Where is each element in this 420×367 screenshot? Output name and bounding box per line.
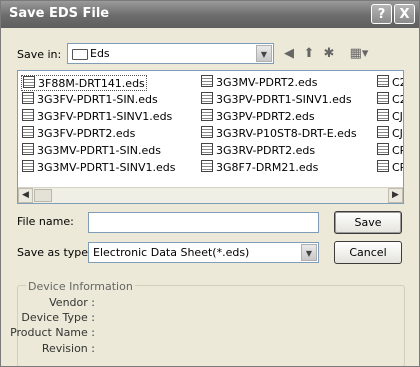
- eds-file-icon: [201, 75, 213, 87]
- list-item[interactable]: CP: [377, 160, 403, 174]
- save-as-type-label: Save as type:: [17, 246, 92, 259]
- list-item[interactable]: 3G3MV-PDRT1-SINV1.eds: [22, 160, 175, 174]
- device-type-label: Device Type :: [21, 311, 95, 324]
- new-folder-icon[interactable]: ✱: [320, 45, 338, 63]
- eds-file-icon: [201, 160, 213, 172]
- list-item[interactable]: CP: [377, 143, 403, 157]
- title-bar[interactable]: Save EDS File ? X: [1, 1, 419, 28]
- revision-label: Revision :: [41, 342, 95, 355]
- list-item[interactable]: C2: [377, 75, 403, 89]
- save-eds-dialog: Save EDS File ? X Save in: Eds ▼ ◀ ⬆ ✱ ▦…: [0, 0, 420, 367]
- save-as-type-combo[interactable]: Electronic Data Sheet(*.eds) ▼: [88, 242, 319, 263]
- product-name-label: Product Name :: [10, 326, 95, 339]
- eds-file-icon: [377, 160, 389, 172]
- scroll-right-icon[interactable]: ▶: [388, 188, 403, 203]
- scroll-thumb[interactable]: [34, 189, 52, 202]
- list-item[interactable]: 3G3PV-PDRT1-SINV1.eds: [201, 92, 352, 106]
- list-item[interactable]: 3G3MV-PDRT1-SIN.eds: [22, 143, 161, 157]
- eds-file-icon: [377, 126, 389, 138]
- list-item[interactable]: 3G3PV-PDRT2.eds: [201, 109, 315, 123]
- close-button[interactable]: X: [394, 4, 415, 24]
- save-in-combo[interactable]: Eds ▼: [67, 43, 274, 64]
- list-item[interactable]: 3G3RV-P10ST8-DRT-E.eds: [201, 126, 357, 140]
- save-in-value: Eds: [90, 47, 110, 60]
- eds-file-icon: [22, 143, 34, 155]
- eds-file-icon: [377, 92, 389, 104]
- eds-file-icon: [23, 76, 35, 88]
- eds-file-icon: [201, 126, 213, 138]
- cancel-button[interactable]: Cancel: [334, 241, 402, 264]
- list-item[interactable]: 3G3FV-PDRT2.eds: [22, 126, 135, 140]
- save-button[interactable]: Save: [334, 211, 402, 234]
- chevron-down-icon[interactable]: ▼: [301, 244, 317, 261]
- window-title: Save EDS File: [9, 6, 110, 21]
- chevron-down-icon[interactable]: ▼: [256, 45, 272, 62]
- list-item[interactable]: CJ: [377, 126, 403, 140]
- file-name-label: File name:: [17, 215, 74, 228]
- list-item[interactable]: C2: [377, 92, 403, 106]
- horizontal-scrollbar[interactable]: ◀ ▶: [18, 187, 403, 203]
- view-menu-icon[interactable]: ▦▾: [346, 45, 372, 63]
- list-item[interactable]: 3F88M-DRT141.eds: [21, 75, 147, 91]
- list-item[interactable]: 3G8F7-DRM21.eds: [201, 160, 318, 174]
- folder-icon: [72, 49, 88, 60]
- back-icon[interactable]: ◀: [280, 45, 298, 63]
- eds-file-icon: [201, 143, 213, 155]
- list-item[interactable]: 3G3FV-PDRT1-SIN.eds: [22, 92, 158, 106]
- eds-file-icon: [201, 109, 213, 121]
- eds-file-icon: [22, 109, 34, 121]
- scroll-left-icon[interactable]: ◀: [18, 188, 33, 203]
- eds-file-icon: [22, 160, 34, 172]
- device-information-title: Device Information: [26, 280, 135, 293]
- eds-file-icon: [377, 143, 389, 155]
- eds-file-icon: [22, 126, 34, 138]
- eds-file-icon: [377, 75, 389, 87]
- list-item[interactable]: 3G3RV-PDRT2.eds: [201, 143, 315, 157]
- vendor-label: Vendor :: [49, 296, 95, 309]
- save-as-type-value: Electronic Data Sheet(*.eds): [93, 246, 250, 259]
- save-in-label: Save in:: [17, 48, 62, 61]
- eds-file-icon: [22, 92, 34, 104]
- file-name-input[interactable]: [88, 212, 319, 233]
- list-item[interactable]: 3G3FV-PDRT1-SINV1.eds: [22, 109, 172, 123]
- eds-file-icon: [377, 109, 389, 121]
- list-item[interactable]: 3G3MV-PDRT2.eds: [201, 75, 318, 89]
- help-button[interactable]: ?: [371, 4, 392, 24]
- eds-file-icon: [201, 92, 213, 104]
- list-item[interactable]: CJ: [377, 109, 403, 123]
- up-folder-icon[interactable]: ⬆: [300, 45, 318, 63]
- file-list[interactable]: 3F88M-DRT141.eds 3G3FV-PDRT1-SIN.eds 3G3…: [17, 70, 404, 204]
